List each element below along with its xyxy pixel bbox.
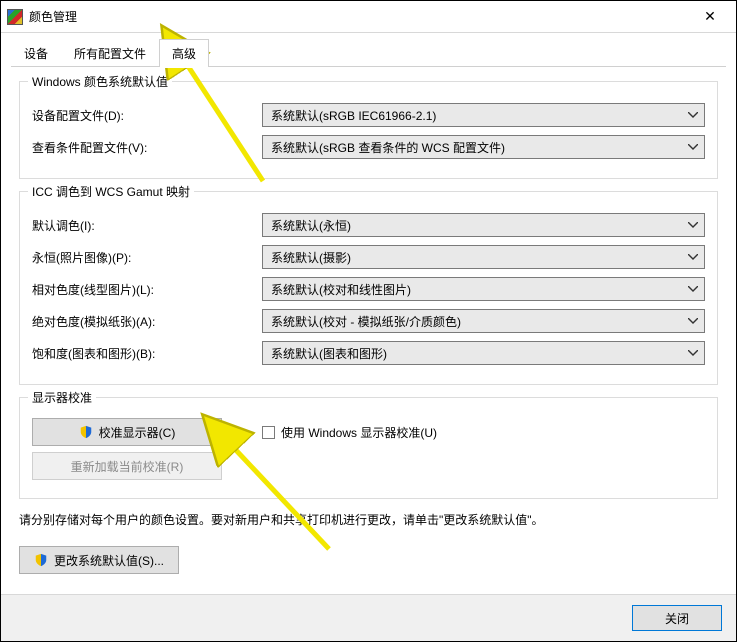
row-calibrate: 校准显示器(C) 使用 Windows 显示器校准(U) — [32, 418, 705, 446]
label-saturation-intent: 饱和度(图表和图形)(B): — [32, 345, 262, 362]
row-default-intent: 默认调色(I): 系统默认(永恒) — [32, 212, 705, 238]
tab-label: 设备 — [24, 47, 48, 61]
row-viewing-profile: 查看条件配置文件(V): 系统默认(sRGB 查看条件的 WCS 配置文件) — [32, 134, 705, 160]
combo-device-profile[interactable]: 系统默认(sRGB IEC61966-2.1) — [262, 103, 705, 127]
tab-label: 所有配置文件 — [74, 47, 146, 61]
chevron-down-icon — [688, 222, 698, 228]
chevron-down-icon — [688, 254, 698, 260]
combo-relative-intent[interactable]: 系统默认(校对和线性图片) — [262, 277, 705, 301]
chevron-down-icon — [688, 286, 698, 292]
group-windows-defaults: Windows 颜色系统默认值 设备配置文件(D): 系统默认(sRGB IEC… — [19, 81, 718, 179]
app-icon — [7, 9, 23, 25]
combo-value: 系统默认(校对和线性图片) — [271, 281, 411, 298]
combo-value: 系统默认(图表和图形) — [271, 345, 387, 362]
shield-icon — [34, 553, 48, 567]
row-saturation-intent: 饱和度(图表和图形)(B): 系统默认(图表和图形) — [32, 340, 705, 366]
button-label: 关闭 — [665, 610, 689, 627]
row-absolute-intent: 绝对色度(模拟纸张)(A): 系统默认(校对 - 模拟纸张/介质颜色) — [32, 308, 705, 334]
window-close-button[interactable]: ✕ — [688, 2, 732, 32]
label-viewing-profile: 查看条件配置文件(V): — [32, 139, 262, 156]
combo-value: 系统默认(永恒) — [271, 217, 351, 234]
dialog-footer: 关闭 — [1, 594, 736, 641]
combo-value: 系统默认(摄影) — [271, 249, 351, 266]
combo-value: 系统默认(sRGB 查看条件的 WCS 配置文件) — [271, 139, 505, 156]
tab-label: 高级 — [172, 47, 196, 61]
group-title: Windows 颜色系统默认值 — [28, 73, 172, 90]
combo-value: 系统默认(校对 - 模拟纸张/介质颜色) — [271, 313, 461, 330]
calibrate-display-button[interactable]: 校准显示器(C) — [32, 418, 222, 446]
shield-icon — [79, 425, 93, 439]
checkbox-box-icon — [262, 426, 275, 439]
checkbox-label: 使用 Windows 显示器校准(U) — [281, 424, 437, 441]
combo-saturation-intent[interactable]: 系统默认(图表和图形) — [262, 341, 705, 365]
label-device-profile: 设备配置文件(D): — [32, 107, 262, 124]
label-perceptual-intent: 永恒(照片图像)(P): — [32, 249, 262, 266]
group-display-calibration: 显示器校准 校准显示器(C) 使用 Windows 显示器校准(U) — [19, 397, 718, 499]
chevron-down-icon — [688, 318, 698, 324]
combo-value: 系统默认(sRGB IEC61966-2.1) — [271, 107, 436, 124]
chevron-down-icon — [688, 350, 698, 356]
group-icc-gamut: ICC 调色到 WCS Gamut 映射 默认调色(I): 系统默认(永恒) 永… — [19, 191, 718, 385]
row-perceptual-intent: 永恒(照片图像)(P): 系统默认(摄影) — [32, 244, 705, 270]
tab-advanced[interactable]: 高级 — [159, 39, 209, 67]
button-label: 校准显示器(C) — [99, 424, 176, 441]
chevron-down-icon — [688, 144, 698, 150]
tab-all-profiles[interactable]: 所有配置文件 — [61, 39, 159, 67]
combo-perceptual-intent[interactable]: 系统默认(摄影) — [262, 245, 705, 269]
combo-default-intent[interactable]: 系统默认(永恒) — [262, 213, 705, 237]
titlebar: 颜色管理 ✕ — [1, 1, 736, 33]
change-system-defaults-button[interactable]: 更改系统默认值(S)... — [19, 546, 179, 574]
tab-content: Windows 颜色系统默认值 设备配置文件(D): 系统默认(sRGB IEC… — [1, 67, 736, 582]
chevron-down-icon — [688, 112, 698, 118]
reload-calibration-button: 重新加载当前校准(R) — [32, 452, 222, 480]
window-title: 颜色管理 — [29, 8, 688, 25]
button-label: 重新加载当前校准(R) — [71, 458, 184, 475]
label-relative-intent: 相对色度(线型图片)(L): — [32, 281, 262, 298]
note-text: 请分别存储对每个用户的颜色设置。要对新用户和共享打印机进行更改，请单击"更改系统… — [19, 511, 718, 530]
row-device-profile: 设备配置文件(D): 系统默认(sRGB IEC61966-2.1) — [32, 102, 705, 128]
label-default-intent: 默认调色(I): — [32, 217, 262, 234]
close-button[interactable]: 关闭 — [632, 605, 722, 631]
row-reload-calibration: 重新加载当前校准(R) — [32, 452, 705, 480]
combo-absolute-intent[interactable]: 系统默认(校对 - 模拟纸张/介质颜色) — [262, 309, 705, 333]
tabstrip: 设备 所有配置文件 高级 — [1, 33, 736, 67]
tab-devices[interactable]: 设备 — [11, 39, 61, 67]
row-relative-intent: 相对色度(线型图片)(L): 系统默认(校对和线性图片) — [32, 276, 705, 302]
close-icon: ✕ — [704, 8, 716, 25]
checkbox-use-windows-calibration[interactable]: 使用 Windows 显示器校准(U) — [262, 424, 437, 441]
combo-viewing-profile[interactable]: 系统默认(sRGB 查看条件的 WCS 配置文件) — [262, 135, 705, 159]
label-absolute-intent: 绝对色度(模拟纸张)(A): — [32, 313, 262, 330]
group-title: ICC 调色到 WCS Gamut 映射 — [28, 183, 194, 200]
button-label: 更改系统默认值(S)... — [54, 552, 164, 569]
group-title: 显示器校准 — [28, 389, 96, 406]
